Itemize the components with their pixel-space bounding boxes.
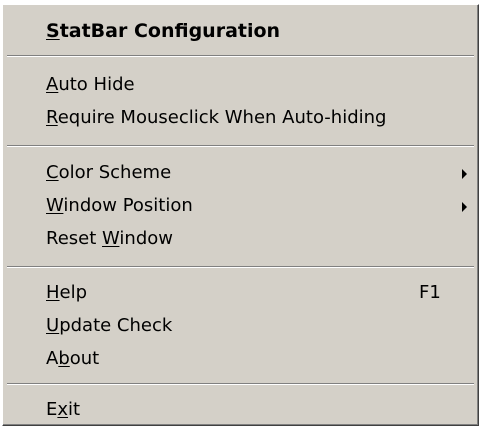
menu-item-update-check[interactable]: Update Check (3, 310, 478, 342)
statbar-context-menu: StatBar Configuration Auto Hide Require … (2, 4, 479, 426)
menu-item-help[interactable]: Help F1 (3, 277, 478, 309)
menu-item-auto-hide[interactable]: Auto Hide (3, 69, 478, 101)
menu-item-reset-window[interactable]: Reset Window (3, 223, 478, 255)
menu-item-about[interactable]: About (3, 343, 478, 375)
menu-item-exit[interactable]: Exit (3, 394, 478, 426)
menu-item-require-mouseclick[interactable]: Require Mouseclick When Auto-hiding (3, 102, 478, 134)
menu-item-label: Update Check (46, 315, 173, 336)
menu-item-label: Reset Window (46, 228, 173, 249)
menu-separator (7, 266, 474, 268)
menu-item-label: StatBar Configuration (46, 20, 281, 42)
menu-separator (7, 145, 474, 147)
menu-item-label: About (46, 348, 100, 369)
menu-item-window-position[interactable]: Window Position (3, 190, 478, 222)
menu-item-shortcut: F1 (419, 282, 441, 303)
menu-separator (7, 55, 474, 57)
submenu-arrow-icon (462, 202, 467, 212)
menu-item-label: Require Mouseclick When Auto-hiding (46, 107, 387, 128)
menu-item-color-scheme[interactable]: Color Scheme (3, 157, 478, 189)
menu-item-label: Exit (46, 399, 81, 420)
menu-item-label: Color Scheme (46, 162, 172, 183)
menu-item-label: Auto Hide (46, 74, 135, 95)
submenu-arrow-icon (462, 169, 467, 179)
menu-item-label: Help (46, 282, 88, 303)
menu-header-statbar-configuration[interactable]: StatBar Configuration (3, 15, 478, 47)
menu-separator (7, 383, 474, 385)
menu-item-label: Window Position (46, 195, 193, 216)
